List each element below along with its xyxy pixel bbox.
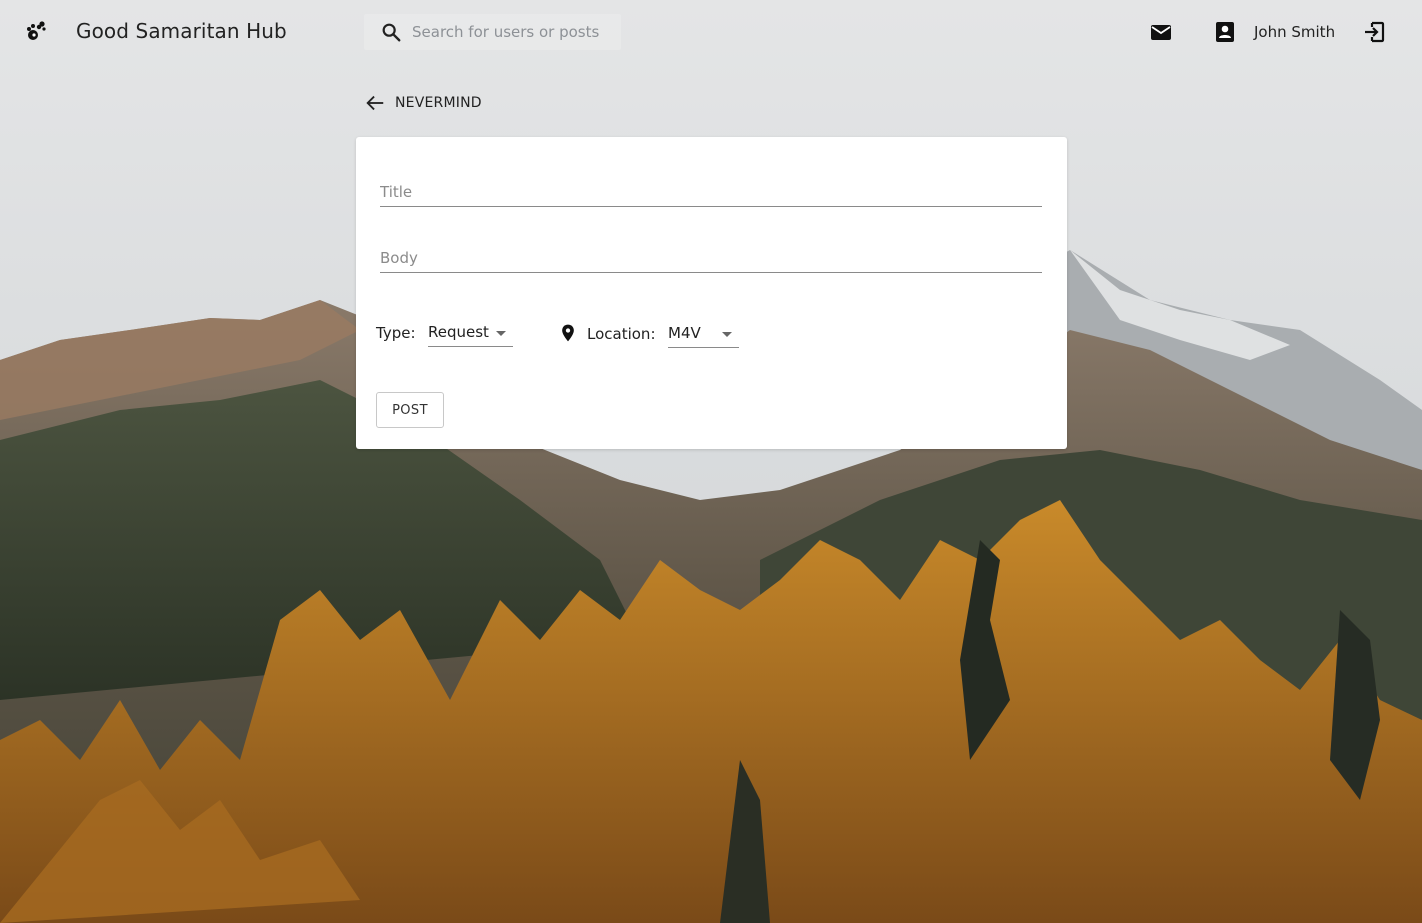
type-label: Type:	[376, 324, 416, 342]
user-name[interactable]: John Smith	[1254, 23, 1335, 41]
location-select[interactable]: M4V	[668, 320, 739, 348]
search-input[interactable]	[412, 14, 612, 50]
search-icon	[382, 23, 401, 42]
nevermind-label: NEVERMIND	[395, 95, 482, 111]
logout-icon[interactable]	[1362, 20, 1386, 44]
type-selected-value: Request	[428, 323, 489, 341]
body-field[interactable]	[380, 237, 1042, 273]
chevron-down-icon	[722, 332, 732, 337]
arrow-left-icon	[366, 95, 384, 111]
title-field[interactable]	[380, 171, 1042, 207]
location-selected-value: M4V	[668, 324, 701, 342]
top-app-bar: Good Samaritan Hub John Smith	[0, 0, 1422, 64]
location-label: Location:	[587, 325, 656, 343]
nevermind-button[interactable]: NEVERMIND	[364, 90, 482, 116]
mail-icon[interactable]	[1149, 20, 1173, 44]
chevron-down-icon	[496, 331, 506, 336]
app-title[interactable]: Good Samaritan Hub	[76, 19, 287, 43]
new-post-card: Type: Request Location: M4V POST	[356, 137, 1067, 449]
location-pin-icon	[562, 324, 574, 342]
type-select[interactable]: Request	[428, 319, 513, 347]
title-input[interactable]	[380, 171, 1042, 206]
account-box-icon[interactable]	[1213, 20, 1237, 44]
body-input[interactable]	[380, 237, 1042, 272]
search-bar[interactable]	[364, 14, 621, 50]
post-button[interactable]: POST	[376, 392, 444, 428]
paw-icon[interactable]	[24, 20, 48, 44]
